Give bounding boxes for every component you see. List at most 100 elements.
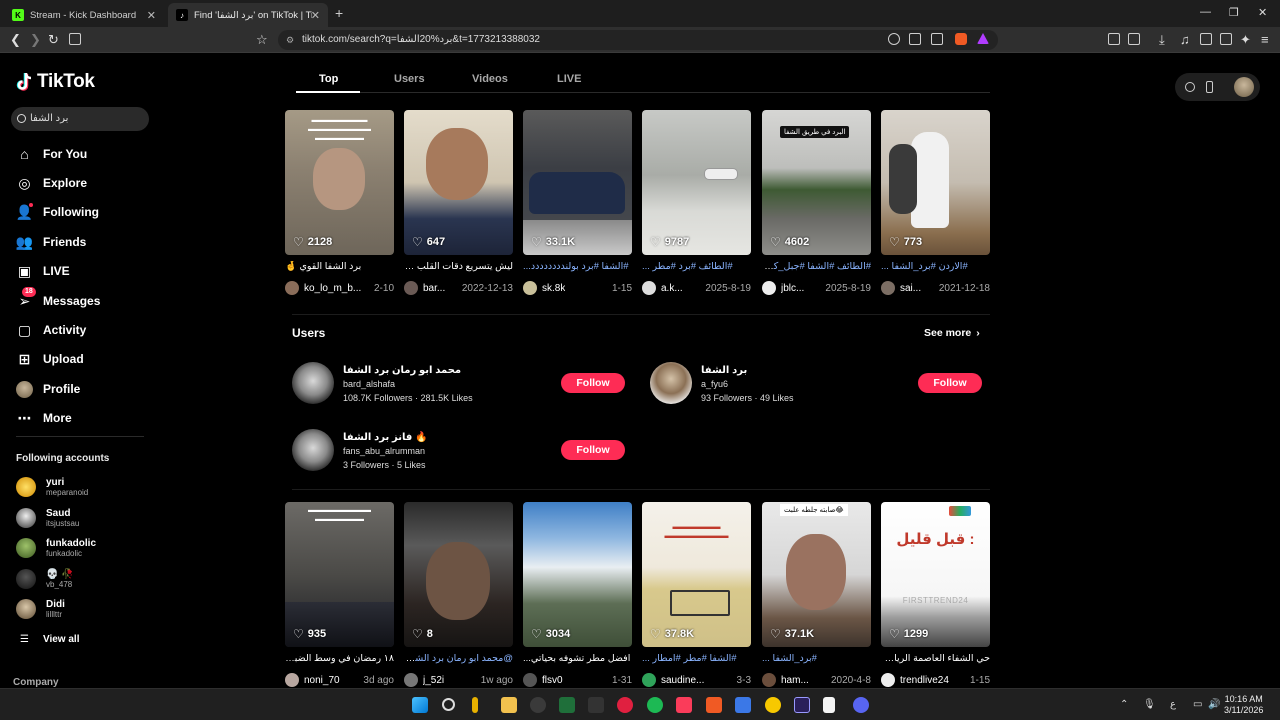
video-author[interactable]: saudine... <box>661 675 704 686</box>
extensions-icon[interactable] <box>1108 33 1120 45</box>
browser-tab-kick[interactable]: K Stream - Kick Dashboard ✕ <box>4 3 164 27</box>
nav-more[interactable]: ⋯ More <box>16 408 72 428</box>
video-author[interactable]: j_52i <box>423 675 444 686</box>
video-thumbnail[interactable]: ♡ 8 <box>404 502 513 647</box>
user-name[interactable]: برد الشفا <box>701 365 747 376</box>
microphone-icon[interactable]: 🎙 <box>1143 699 1156 710</box>
video-caption[interactable]: #الطائف #الشفا #جبل_كافيه <box>762 261 871 275</box>
video-card[interactable]: ♡ 773 #الاردن #برد_الشفا ... sai... 2021-… <box>881 110 990 296</box>
video-thumbnail[interactable]: ♡ 773 <box>881 110 990 255</box>
video-card[interactable]: ♡ 8 @محمد ابو رمان برد الشفا... j_52i 1w … <box>404 502 513 688</box>
video-card[interactable]: ♡ 33.1K #الشفا #برد بولندددددددد... sk.8k… <box>523 110 632 296</box>
maximize-button[interactable]: ❐ <box>1229 6 1239 19</box>
follow-button[interactable]: Follow <box>561 440 625 460</box>
rewards-icon[interactable] <box>977 33 989 44</box>
video-thumbnail[interactable]: ♡ 3034 <box>523 502 632 647</box>
bookmark-icon[interactable]: ☆ <box>256 32 268 48</box>
video-card[interactable]: ▬▬▬▬▬▬ ▬▬▬▬▬▬▬▬ ♡ 37.8K #الشفا #مطر #امطار… <box>642 502 751 688</box>
video-caption[interactable]: #الطائف #برد #مطر ... <box>642 261 751 275</box>
wallet-icon[interactable] <box>1128 33 1140 45</box>
video-caption[interactable]: @محمد ابو رمان برد الشفا... <box>404 653 513 667</box>
nav-upload[interactable]: ⊞ Upload <box>16 349 84 369</box>
video-thumbnail[interactable]: قبل قليل : FIRSTTREND24 ♡ 1299 <box>881 502 990 647</box>
video-thumbnail[interactable]: ▬▬▬▬▬▬▬▬ ▬▬▬▬▬▬▬▬▬ ▬▬▬▬▬▬▬ ♡ 2128 <box>285 110 394 255</box>
search-icon[interactable] <box>442 698 455 711</box>
media-icon[interactable]: ♫ <box>1180 32 1190 47</box>
start-icon[interactable] <box>412 697 428 713</box>
tab-top[interactable]: Top <box>319 73 338 85</box>
following-account[interactable]: 💀 🥀 vb_478 <box>16 566 74 592</box>
video-caption[interactable]: ليش يتسريع دقات القلب ملبون... <box>404 261 513 275</box>
video-caption[interactable]: برد الشفا القوي 🤞 <box>285 261 394 275</box>
user-card[interactable]: محمد ابو رمان برد الشفا bard_alshafa 108… <box>292 362 492 406</box>
video-author[interactable]: noni_70 <box>304 675 340 686</box>
view-all-link[interactable]: ☰ View all <box>20 634 79 645</box>
cast-icon[interactable] <box>909 33 921 45</box>
nav-profile[interactable]: Profile <box>16 379 80 399</box>
video-thumbnail[interactable]: ♡ 33.1K <box>523 110 632 255</box>
menu-icon[interactable]: ≡ <box>1261 32 1269 47</box>
video-thumbnail[interactable]: ▬▬▬▬▬▬▬▬▬ ▬▬▬▬▬▬▬ ♡ 935 <box>285 502 394 647</box>
chevron-up-icon[interactable]: ⌃ <box>1120 699 1128 710</box>
nav-messages[interactable]: ➢ 18 Messages <box>16 286 100 311</box>
reading-list-icon[interactable] <box>1220 33 1232 45</box>
user-name[interactable]: فانز برد الشفا 🔥 <box>343 432 428 443</box>
following-account[interactable]: funkadolic funkadolic <box>16 535 96 561</box>
media-player-icon[interactable] <box>617 697 633 713</box>
user-card[interactable]: برد الشفا a_fyu6 93 Followers · 49 Likes <box>650 362 850 406</box>
video-author[interactable]: ko_lo_m_b... <box>304 283 361 294</box>
video-caption[interactable]: #الشفا #برد بولندددددددد... <box>523 261 632 275</box>
video-author[interactable]: trendlive24 <box>900 675 949 686</box>
video-author[interactable]: bar... <box>423 283 445 294</box>
follow-button[interactable]: Follow <box>561 373 625 393</box>
spotify-icon[interactable] <box>647 697 663 713</box>
nav-activity[interactable]: ▢ Activity <box>16 320 86 340</box>
music-icon[interactable] <box>676 697 692 713</box>
user-name[interactable]: محمد ابو رمان برد الشفا <box>343 365 461 376</box>
video-caption[interactable]: #برد_الشفا ... <box>762 653 871 667</box>
video-card[interactable]: صابته جلطه علبت😂 ♡ 37.1K #برد_الشفا ... h… <box>762 502 871 688</box>
app-icon[interactable] <box>559 697 575 713</box>
notepad-icon[interactable] <box>823 697 835 713</box>
sidebar-icon[interactable] <box>1200 33 1212 45</box>
nav-friends[interactable]: 👥 Friends <box>16 232 87 252</box>
brave-shield-icon[interactable] <box>955 33 967 45</box>
copilot-icon[interactable] <box>472 697 478 713</box>
video-author[interactable]: a.k... <box>661 283 683 294</box>
new-tab-button[interactable]: + <box>335 5 343 21</box>
after-effects-icon[interactable] <box>794 697 810 713</box>
video-caption[interactable]: حي الشفاء العاصمة الرياض ... <box>881 653 990 667</box>
video-caption[interactable]: افضل مطر تشوفه بحياتي... <box>523 653 632 667</box>
avatar[interactable] <box>292 362 334 404</box>
close-tab-icon[interactable]: ✕ <box>147 9 156 22</box>
video-author[interactable]: ham... <box>781 675 809 686</box>
profile-avatar[interactable] <box>1234 77 1254 97</box>
nav-live[interactable]: ▣ LIVE <box>16 261 70 281</box>
video-author[interactable]: flsv0 <box>542 675 563 686</box>
video-caption[interactable]: ١٨ رمضان في وسط الضباب ... <box>285 653 394 667</box>
compass-icon[interactable] <box>1185 82 1195 92</box>
sidebar-toggle-icon[interactable] <box>69 33 81 45</box>
app-icon[interactable] <box>588 697 604 713</box>
back-button[interactable]: ❮ <box>10 32 21 48</box>
video-card[interactable]: ♡647 ليش يتسريع دقات القلب ملبون... bar.… <box>404 110 513 296</box>
user-card[interactable]: فانز برد الشفا 🔥 fans_abu_alrumman 3 Fol… <box>292 429 492 473</box>
browser-tab-tiktok[interactable]: ♪ Find 'برد الشفا' on TikTok | TikTok ✕ <box>168 3 328 27</box>
video-author[interactable]: jblc... <box>781 283 804 294</box>
site-info-icon[interactable]: ⚙ <box>286 30 294 50</box>
tab-users[interactable]: Users <box>394 73 425 85</box>
discord-icon[interactable] <box>853 697 869 713</box>
leo-ai-icon[interactable]: ✦ <box>1240 32 1251 48</box>
close-tab-icon[interactable]: ✕ <box>311 9 320 22</box>
tab-videos[interactable]: Videos <box>472 73 508 85</box>
avatar[interactable] <box>650 362 692 404</box>
search-input[interactable]: برد الشفا <box>11 107 149 131</box>
tiktok-logo[interactable]: TikTok <box>16 71 95 93</box>
phone-icon[interactable] <box>1206 81 1213 93</box>
video-card[interactable]: قبل قليل : FIRSTTREND24 ♡ 1299 حي الشفاء … <box>881 502 990 688</box>
nav-for-you[interactable]: ⌂ For You <box>16 144 87 164</box>
app-icon[interactable] <box>765 697 781 713</box>
video-author[interactable]: sai... <box>900 283 921 294</box>
close-window-button[interactable]: ✕ <box>1258 6 1267 19</box>
video-thumbnail[interactable]: ▬▬▬▬▬▬ ▬▬▬▬▬▬▬▬ ♡ 37.8K <box>642 502 751 647</box>
